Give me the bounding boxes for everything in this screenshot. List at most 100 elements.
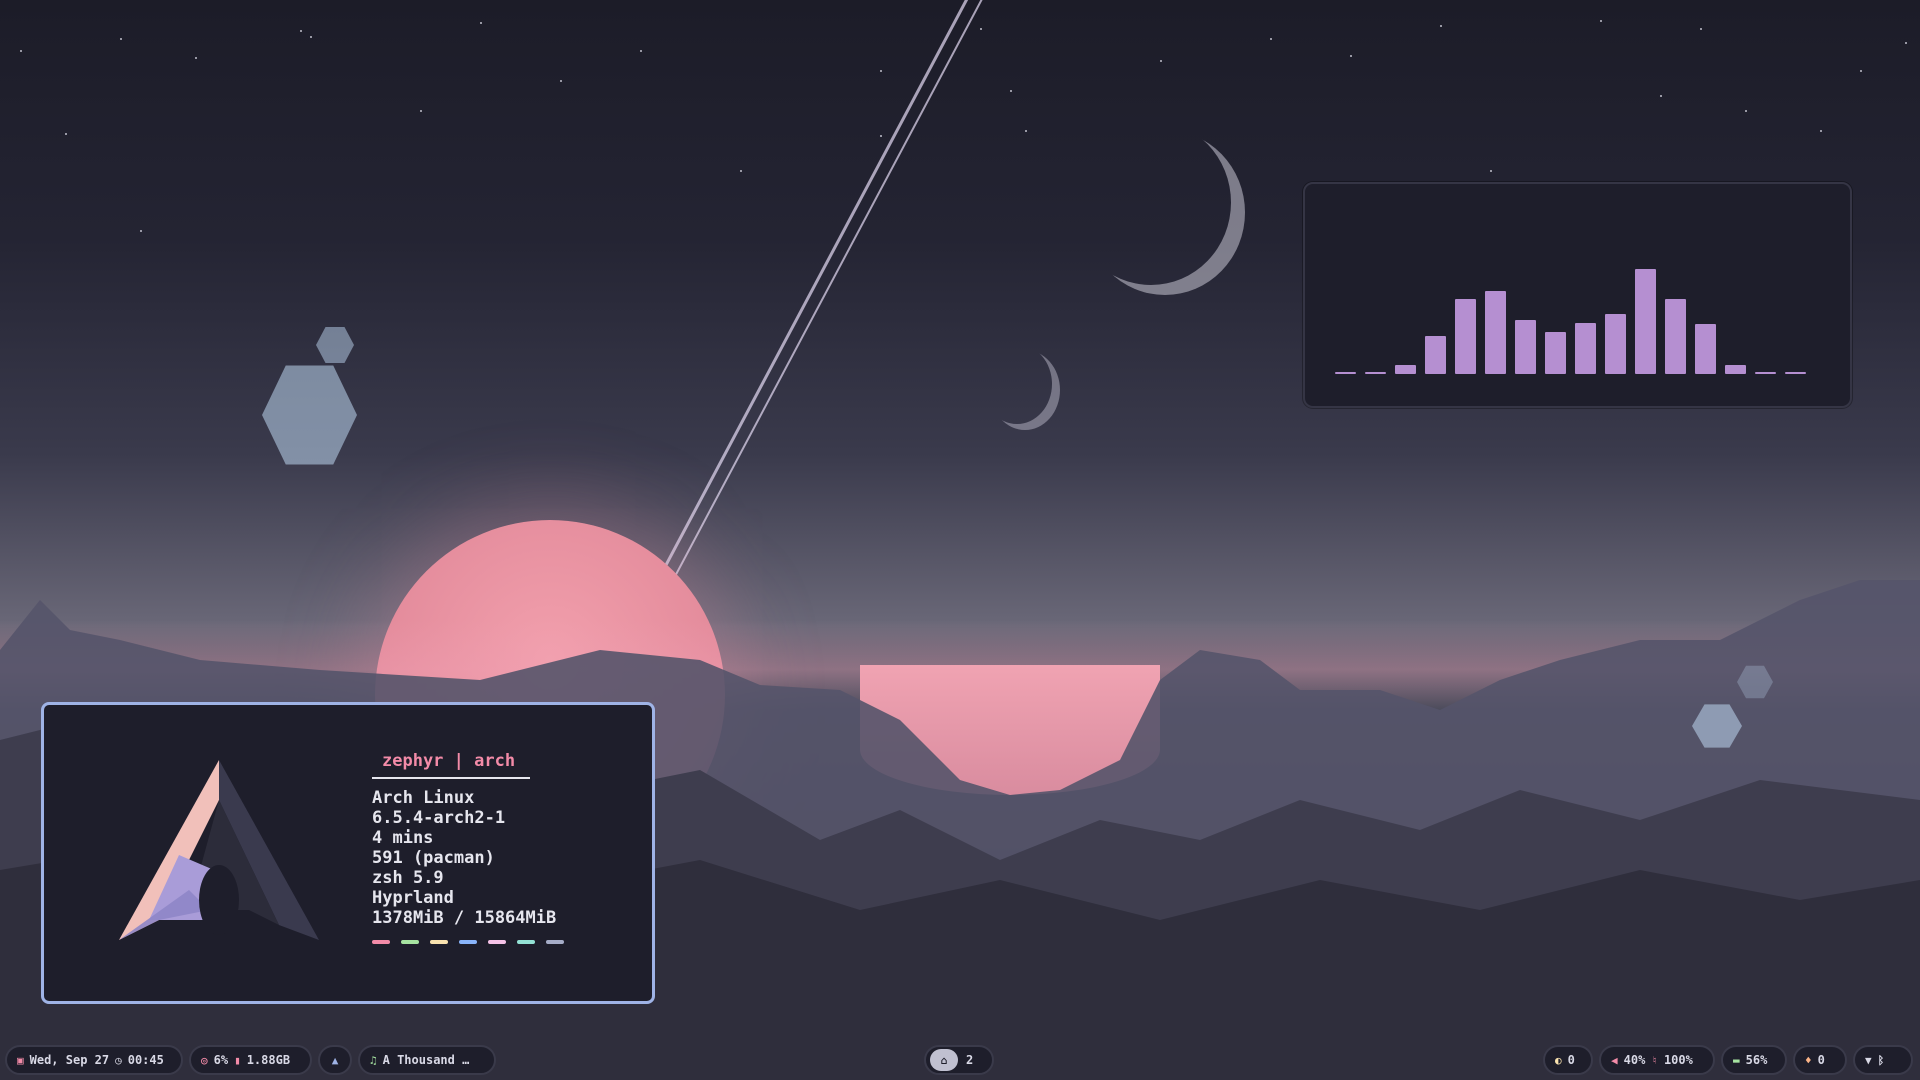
star xyxy=(310,36,312,38)
notifications-module[interactable]: ♦ 0 xyxy=(1793,1045,1847,1075)
speaker-icon: ◀ xyxy=(1611,1053,1618,1067)
system-fetch-widget: zephyr | arch Arch Linux 6.5.4-arch2-1 4… xyxy=(41,702,655,1004)
microphone-icon: ♮ xyxy=(1651,1053,1658,1067)
visualizer-bar xyxy=(1665,299,1686,374)
volume-value[interactable]: 40% xyxy=(1624,1053,1646,1067)
memory-icon: ▮ xyxy=(234,1053,241,1067)
star xyxy=(1490,170,1492,172)
visualizer-bar xyxy=(1755,372,1776,374)
bokeh-hexagon xyxy=(262,365,357,465)
star xyxy=(1860,70,1862,72)
cpu-icon: ◎ xyxy=(201,1053,208,1067)
os-value: Arch Linux xyxy=(372,788,475,808)
audio-visualizer xyxy=(1303,182,1852,408)
moon-icon: ◐ xyxy=(1555,1053,1562,1067)
visualizer-bar xyxy=(1545,332,1566,374)
status-bar: ▣ Wed, Sep 27 ◷ 00:45 ◎ 6% ▮ 1.88GB ▲ ♫ … xyxy=(0,1040,1920,1080)
battery-module[interactable]: ▬ 56% xyxy=(1721,1045,1787,1075)
color-swatch xyxy=(401,940,419,944)
visualizer-bar xyxy=(1425,336,1446,374)
star xyxy=(420,110,422,112)
visualizer-bar xyxy=(1605,314,1626,374)
star xyxy=(1745,110,1747,112)
visualizer-bar xyxy=(1365,372,1386,374)
visualizer-bars xyxy=(1335,254,1820,374)
star xyxy=(640,50,642,52)
arch-logo-icon xyxy=(119,760,319,940)
color-swatch xyxy=(517,940,535,944)
memory-usage: 1.88GB xyxy=(246,1053,291,1067)
star xyxy=(300,30,302,32)
launcher-button[interactable]: ▲ xyxy=(318,1045,352,1075)
fetch-title: zephyr | arch xyxy=(372,751,530,779)
color-swatch xyxy=(488,940,506,944)
star xyxy=(1600,20,1602,22)
battery-value: 56% xyxy=(1745,1053,1768,1067)
system-module[interactable]: ◎ 6% ▮ 1.88GB xyxy=(189,1045,312,1075)
uptime-value: 4 mins xyxy=(372,828,434,848)
star xyxy=(1820,130,1822,132)
star xyxy=(195,57,197,59)
visualizer-bar xyxy=(1695,324,1716,374)
idle-module[interactable]: ◐ 0 xyxy=(1543,1045,1593,1075)
mic-value[interactable]: 100% xyxy=(1664,1053,1693,1067)
star xyxy=(120,38,122,40)
color-swatch xyxy=(546,940,564,944)
clock-module[interactable]: ▣ Wed, Sep 27 ◷ 00:45 xyxy=(5,1045,183,1075)
memory-value: 1378MiB / 15864MiB xyxy=(372,908,557,928)
color-swatches xyxy=(372,940,564,944)
arch-logo-icon: ▲ xyxy=(331,1053,339,1067)
star xyxy=(65,133,67,135)
star xyxy=(1440,25,1442,27)
music-note-icon: ♫ xyxy=(370,1053,377,1067)
color-swatch xyxy=(372,940,390,944)
star xyxy=(1700,28,1702,30)
star xyxy=(140,230,142,232)
media-title: A Thousand … xyxy=(382,1053,470,1067)
media-module[interactable]: ♫ A Thousand … xyxy=(358,1045,496,1075)
visualizer-bar xyxy=(1485,291,1506,374)
connectivity-module[interactable]: ▼ ᛒ xyxy=(1853,1045,1913,1075)
cpu-usage: 6% xyxy=(213,1053,229,1067)
audio-module[interactable]: ◀ 40% ♮ 100% xyxy=(1599,1045,1715,1075)
visualizer-bar xyxy=(1635,269,1656,374)
kernel-value: 6.5.4-arch2-1 xyxy=(372,808,506,828)
star xyxy=(1350,55,1352,57)
bokeh-hexagon xyxy=(316,327,354,363)
visualizer-bar xyxy=(1725,365,1746,374)
star xyxy=(1905,42,1907,44)
bluetooth-icon[interactable]: ᛒ xyxy=(1878,1054,1885,1067)
wm-value: Hyprland xyxy=(372,888,454,908)
visualizer-bar xyxy=(1515,320,1536,374)
time-text: 00:45 xyxy=(127,1053,164,1067)
visualizer-bar xyxy=(1335,372,1356,374)
packages-value: 591 (pacman) xyxy=(372,848,495,868)
battery-icon: ▬ xyxy=(1733,1053,1740,1067)
star xyxy=(1270,38,1272,40)
color-swatch xyxy=(430,940,448,944)
workspace-module[interactable]: ⌂ 2 xyxy=(924,1045,994,1075)
workspace-label[interactable]: 2 xyxy=(966,1053,973,1067)
star xyxy=(1010,90,1012,92)
star xyxy=(1160,60,1162,62)
calendar-icon: ▣ xyxy=(17,1053,24,1067)
visualizer-bar xyxy=(1575,323,1596,374)
small-moon xyxy=(990,350,1060,430)
star xyxy=(480,22,482,24)
wifi-icon[interactable]: ▼ xyxy=(1865,1054,1872,1067)
star xyxy=(1025,130,1027,132)
star xyxy=(1660,95,1662,97)
home-icon: ⌂ xyxy=(940,1053,948,1067)
shell-value: zsh 5.9 xyxy=(372,868,444,888)
visualizer-bar xyxy=(1785,372,1806,374)
visualizer-bar xyxy=(1395,365,1416,374)
star xyxy=(20,50,22,52)
idle-value: 0 xyxy=(1567,1053,1575,1067)
star xyxy=(560,80,562,82)
workspace-active[interactable]: ⌂ xyxy=(930,1049,958,1071)
star xyxy=(740,170,742,172)
star xyxy=(880,70,882,72)
date-text: Wed, Sep 27 xyxy=(29,1053,110,1067)
visualizer-bar xyxy=(1455,299,1476,374)
bell-icon: ♦ xyxy=(1805,1053,1812,1067)
